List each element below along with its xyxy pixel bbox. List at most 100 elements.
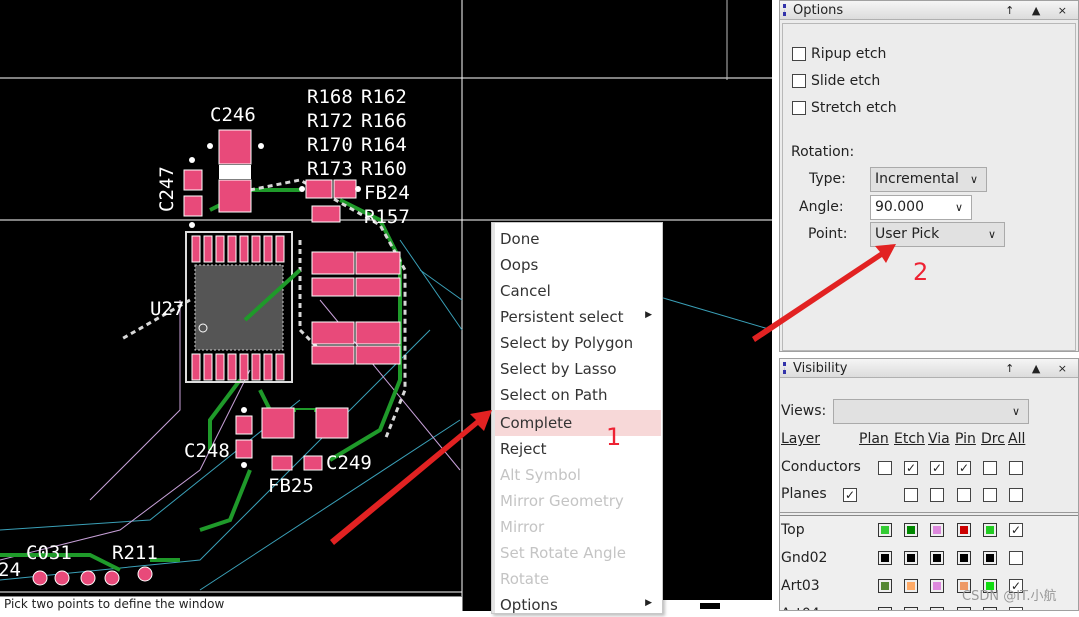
- visibility-title: Visibility: [793, 361, 848, 376]
- layer-color-swatch[interactable]: [904, 523, 918, 537]
- refdes-label: R173: [307, 158, 353, 180]
- vis-checkbox[interactable]: [878, 461, 892, 475]
- layer-name: Art03: [781, 578, 820, 594]
- menu-item-mirror: Mirror: [500, 518, 545, 536]
- layer-color-swatch[interactable]: [930, 551, 944, 565]
- vis-checkbox[interactable]: ✓: [843, 488, 857, 502]
- menu-item-options[interactable]: Options: [500, 593, 558, 617]
- angle-combo[interactable]: 90.000 ∨: [870, 195, 972, 220]
- vis-checkbox[interactable]: [983, 461, 997, 475]
- refdes-label: C249: [326, 452, 372, 474]
- annotation-number: 2: [913, 258, 929, 286]
- views-select[interactable]: ∨: [833, 399, 1029, 424]
- refdes-label: FB24: [364, 182, 410, 204]
- grip-icon: [783, 362, 786, 374]
- chevron-down-icon: ∨: [969, 173, 978, 186]
- menu-item-select-on-path[interactable]: Select on Path: [500, 383, 607, 407]
- slide-etch-label: Slide etch: [811, 73, 881, 89]
- refdes-label: R162: [361, 86, 407, 108]
- col-etch: Etch: [894, 431, 925, 447]
- type-select[interactable]: Incremental ∨: [870, 167, 987, 192]
- refdes-label: R168: [307, 86, 353, 108]
- refdes-label: FB25: [268, 475, 314, 497]
- vis-checkbox[interactable]: [930, 488, 944, 502]
- watermark: CSDN @IT.小航: [962, 589, 1057, 604]
- refdes-label: C247: [156, 166, 178, 212]
- stretch-etch-label: Stretch etch: [811, 100, 897, 116]
- layer-color-swatch[interactable]: [904, 551, 918, 565]
- layer-color-swatch[interactable]: [983, 607, 997, 610]
- annotation-number: 1: [606, 423, 622, 451]
- menu-item-complete[interactable]: Complete: [500, 411, 572, 435]
- menu-item-rotate: Rotate: [500, 570, 550, 588]
- vis-checkbox[interactable]: [1009, 461, 1023, 475]
- menu-item-alt-symbol: Alt Symbol: [500, 466, 581, 484]
- vis-checkbox[interactable]: [1009, 488, 1023, 502]
- refdes-label: R160: [361, 158, 407, 180]
- layer-color-swatch[interactable]: [878, 551, 892, 565]
- stretch-etch-checkbox[interactable]: [792, 101, 806, 115]
- vis-checkbox[interactable]: ✓: [904, 461, 918, 475]
- layer-color-swatch[interactable]: [878, 607, 892, 610]
- refdes-label: C248: [184, 440, 230, 462]
- vis-checkbox[interactable]: ✓: [957, 461, 971, 475]
- layer-color-swatch[interactable]: [957, 551, 971, 565]
- col-via: Via: [928, 431, 950, 447]
- slide-etch-checkbox[interactable]: [792, 74, 806, 88]
- menu-item-reject[interactable]: Reject: [500, 437, 547, 461]
- ripup-etch-checkbox[interactable]: [792, 47, 806, 61]
- panel-controls-icon[interactable]: ↑ ▲ ×: [1005, 359, 1074, 378]
- vis-checkbox[interactable]: [957, 488, 971, 502]
- rotation-label: Rotation:: [791, 144, 855, 160]
- layer-color-swatch[interactable]: [878, 523, 892, 537]
- layer-color-swatch[interactable]: [904, 607, 918, 610]
- layer-color-swatch[interactable]: [957, 523, 971, 537]
- context-menu: Done Oops Cancel Persistent select ▶ Sel…: [491, 222, 663, 614]
- ripup-etch-label: Ripup etch: [811, 46, 887, 62]
- refdes-label: R172: [307, 110, 353, 132]
- layer-all-checkbox[interactable]: ✓: [1009, 607, 1023, 610]
- col-plan: Plan: [859, 431, 889, 447]
- layer-color-swatch[interactable]: [904, 579, 918, 593]
- refdes-label: R166: [361, 110, 407, 132]
- status-bar: Pick two points to define the window: [0, 596, 462, 611]
- vis-checkbox[interactable]: ✓: [930, 461, 944, 475]
- menu-item-done[interactable]: Done: [500, 227, 539, 251]
- col-layer: Layer: [781, 431, 821, 447]
- refdes-label: R157: [364, 206, 410, 228]
- layer-name: Gnd02: [781, 550, 828, 566]
- layer-color-swatch[interactable]: [878, 579, 892, 593]
- visibility-panel-header: Visibility ↑ ▲ ×: [780, 359, 1078, 378]
- menu-item-oops[interactable]: Oops: [500, 253, 538, 277]
- layer-color-swatch[interactable]: [930, 607, 944, 610]
- menu-item-select-by-polygon[interactable]: Select by Polygon: [500, 331, 633, 355]
- vis-checkbox[interactable]: [904, 488, 918, 502]
- options-panel: Options ↑ ▲ × Ripup etch Slide etch Stret…: [779, 0, 1079, 352]
- layer-all-checkbox[interactable]: [1009, 551, 1023, 565]
- layer-color-swatch[interactable]: [957, 607, 971, 610]
- views-label: Views:: [781, 403, 827, 419]
- grip-icon: [783, 4, 786, 16]
- col-drc: Drc: [981, 431, 1005, 447]
- menu-item-cancel[interactable]: Cancel: [500, 279, 551, 303]
- menu-item-select-by-lasso[interactable]: Select by Lasso: [500, 357, 617, 381]
- layer-color-swatch[interactable]: [930, 579, 944, 593]
- submenu-arrow-icon: ▶: [645, 598, 652, 608]
- layer-name: Top: [781, 522, 805, 538]
- panel-controls-icon[interactable]: ↑ ▲ ×: [1005, 1, 1074, 20]
- refdes-label: 24: [0, 559, 21, 581]
- menu-item-persistent-select[interactable]: Persistent select: [500, 305, 624, 329]
- refdes-label: R164: [361, 134, 407, 156]
- menu-item-set-rotate-angle: Set Rotate Angle: [500, 544, 626, 562]
- point-select[interactable]: User Pick ∨: [870, 222, 1005, 247]
- layer-color-swatch[interactable]: [930, 523, 944, 537]
- options-title: Options: [793, 3, 844, 18]
- layer-color-swatch[interactable]: [983, 551, 997, 565]
- layer-color-swatch[interactable]: [983, 523, 997, 537]
- chevron-down-icon: ∨: [987, 228, 996, 241]
- chevron-down-icon: ∨: [954, 201, 963, 214]
- refdes-label: C031: [26, 542, 72, 564]
- col-pin: Pin: [955, 431, 976, 447]
- layer-all-checkbox[interactable]: ✓: [1009, 523, 1023, 537]
- vis-checkbox[interactable]: [983, 488, 997, 502]
